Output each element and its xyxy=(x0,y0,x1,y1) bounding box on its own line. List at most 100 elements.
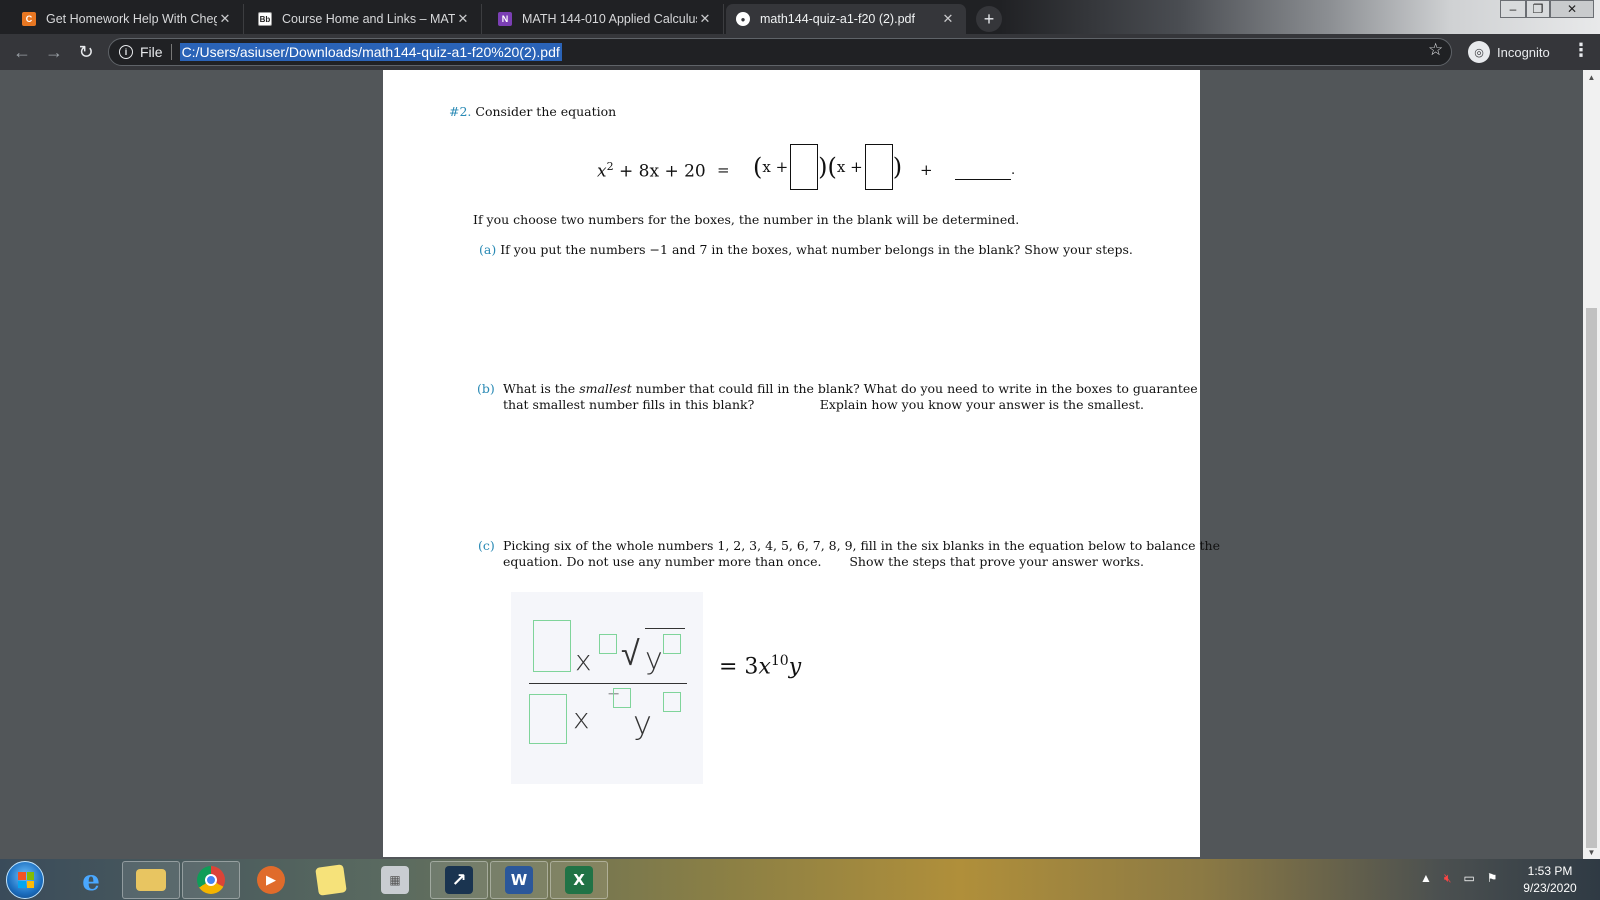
forward-arrow-icon[interactable]: → xyxy=(44,42,64,62)
pdf-page: #2. Consider the equation x2 + 8x + 20 =… xyxy=(383,70,1220,857)
windows-taskbar: e ▶ ▦ ↗ W X ▲ 🔇︎ ▭ ⚑ 1:53 PM 9/23/2020 xyxy=(0,859,1600,900)
part-b-line-1: What is the smallest number that could f… xyxy=(503,381,1198,396)
media-player-button[interactable]: ▶ xyxy=(242,861,300,899)
vertical-scrollbar[interactable]: ▲ ▼ xyxy=(1583,70,1600,859)
folder-icon xyxy=(136,869,166,891)
part-b-line-2-left: that smallest number fills in this blank… xyxy=(503,397,755,412)
part-c-label: (c) xyxy=(478,538,495,553)
tab-title: Course Home and Links – MATH xyxy=(282,12,455,26)
start-button[interactable] xyxy=(6,861,44,899)
open-paren: ( xyxy=(753,153,763,181)
hand-num-y: y xyxy=(645,642,663,677)
part-a-text: If you put the numbers −1 and 7 in the b… xyxy=(500,242,1133,257)
close-tab-icon[interactable]: ✕ xyxy=(455,11,471,27)
eq-exponent: 2 xyxy=(606,160,614,173)
kebab-menu-icon[interactable]: ⋮ xyxy=(1572,40,1590,61)
part-a: (a) If you put the numbers −1 and 7 in t… xyxy=(479,242,1133,258)
internet-explorer-button[interactable]: e xyxy=(62,861,120,899)
hand-den-y: y xyxy=(633,704,652,742)
answer-box-1[interactable] xyxy=(790,144,819,190)
scrollbar-thumb[interactable] xyxy=(1586,308,1597,848)
green-box-num-y-exp[interactable] xyxy=(663,634,681,654)
address-bar[interactable]: i File C:/Users/asiuser/Downloads/math14… xyxy=(108,38,1452,66)
file-explorer-button[interactable] xyxy=(122,861,180,899)
scroll-up-icon[interactable]: ▲ xyxy=(1583,70,1600,84)
action-center-flag-icon[interactable]: ⚑ xyxy=(1487,871,1498,886)
excel-icon: X xyxy=(565,866,593,894)
hand-num-x: x xyxy=(575,644,592,677)
reload-icon[interactable]: ↻ xyxy=(76,42,96,62)
excel-button[interactable]: X xyxy=(550,861,608,899)
close-tab-icon[interactable]: ✕ xyxy=(697,11,713,27)
internet-explorer-icon: e xyxy=(82,863,100,897)
browser-toolbar: ← → ↻ i File C:/Users/asiuser/Downloads/… xyxy=(0,34,1600,70)
tab-blackboard[interactable]: Bb Course Home and Links – MATH ✕ xyxy=(248,4,482,34)
handwritten-fraction: x √ y x − y xyxy=(511,592,703,784)
sqrt-bar xyxy=(645,628,685,629)
close-tab-icon[interactable]: ✕ xyxy=(217,11,233,27)
rhs-exponent: 10 xyxy=(770,653,789,669)
answer-box-2[interactable] xyxy=(864,144,893,190)
green-box-den-x-exp[interactable] xyxy=(613,688,631,708)
tab-pdf[interactable]: ● math144-quiz-a1-f20 (2).pdf ✕ xyxy=(726,4,966,34)
scroll-down-icon[interactable]: ▼ xyxy=(1583,845,1600,859)
chart-app-icon: ↗ xyxy=(445,866,473,894)
sticky-notes-button[interactable] xyxy=(302,861,360,899)
equation-period: . xyxy=(1011,163,1016,178)
tab-onenote[interactable]: N MATH 144-010 Applied Calculus ✕ xyxy=(488,4,724,34)
eq-lhs-rest: + 8x + 20 xyxy=(613,161,706,182)
emphasis-smallest: smallest xyxy=(579,381,632,396)
incognito-indicator[interactable]: ◎ Incognito xyxy=(1468,41,1550,63)
maximize-button[interactable]: ❐ xyxy=(1526,0,1550,18)
equation-plus: + xyxy=(920,161,933,179)
tab-chegg[interactable]: C Get Homework Help With Chegg ✕ xyxy=(12,4,244,34)
blackboard-favicon-icon: Bb xyxy=(258,12,272,26)
minimize-button[interactable]: – xyxy=(1500,0,1526,18)
part-b-line-2-right: Explain how you know your answer is the … xyxy=(819,397,1144,412)
tab-strip: C Get Homework Help With Chegg ✕ Bb Cour… xyxy=(0,0,1600,34)
part-c-line-2-right: Show the steps that prove your answer wo… xyxy=(849,554,1144,569)
word-icon: W xyxy=(505,866,533,894)
calculator-button[interactable]: ▦ xyxy=(366,861,424,899)
bookmark-star-icon[interactable]: ☆ xyxy=(1428,40,1443,60)
clock-date: 9/23/2020 xyxy=(1523,881,1577,895)
green-box-num-coef[interactable] xyxy=(533,620,571,672)
instructions-line: If you choose two numbers for the boxes,… xyxy=(473,212,1020,227)
incognito-icon: ◎ xyxy=(1468,41,1490,63)
question-header: #2. Consider the equation xyxy=(449,104,616,120)
new-tab-button[interactable]: + xyxy=(976,6,1002,32)
answer-blank[interactable] xyxy=(955,179,1011,180)
calculator-icon: ▦ xyxy=(381,866,409,894)
green-box-num-x-exp[interactable] xyxy=(599,634,617,654)
part-c-line-2-left: equation. Do not use any number more tha… xyxy=(503,554,822,569)
chrome-icon xyxy=(197,866,225,894)
system-tray: ▲ 🔇︎ ▭ ⚑ xyxy=(1420,871,1498,886)
pdf-viewer[interactable]: #2. Consider the equation x2 + 8x + 20 =… xyxy=(0,70,1600,859)
trending-app-button[interactable]: ↗ xyxy=(430,861,488,899)
hand-den-x: x xyxy=(573,702,590,735)
close-paren: ) xyxy=(892,153,903,181)
question-intro: Consider the equation xyxy=(475,104,617,119)
word-button[interactable]: W xyxy=(490,861,548,899)
windows-logo-icon xyxy=(18,872,34,888)
close-window-button[interactable]: ✕ xyxy=(1550,0,1594,18)
info-icon[interactable]: i xyxy=(119,45,133,59)
green-box-den-y-exp[interactable] xyxy=(663,692,681,712)
chrome-button[interactable] xyxy=(182,861,240,899)
show-hidden-icons-icon[interactable]: ▲ xyxy=(1420,871,1432,886)
hand-sqrt: √ xyxy=(621,634,640,674)
url-text[interactable]: C:/Users/asiuser/Downloads/math144-quiz-… xyxy=(179,43,562,61)
green-box-den-coef[interactable] xyxy=(529,694,567,744)
network-icon[interactable]: ▭ xyxy=(1463,871,1474,886)
system-clock[interactable]: 1:53 PM 9/23/2020 xyxy=(1510,863,1590,897)
part-c-line-1: Picking six of the whole numbers 1, 2, 3… xyxy=(503,538,1220,553)
equation-equals: = xyxy=(717,161,730,179)
volume-muted-icon[interactable]: 🔇︎ xyxy=(1444,871,1452,886)
back-arrow-icon[interactable]: ← xyxy=(12,42,32,62)
clock-time: 1:53 PM xyxy=(1527,864,1573,878)
part-b-label: (b) xyxy=(477,381,495,396)
equation-lhs: x2 + 8x + 20 xyxy=(597,160,706,182)
equation-rhs: = 3x10y xyxy=(719,653,802,680)
part-a-label: (a) xyxy=(479,242,497,257)
close-tab-icon[interactable]: ✕ xyxy=(940,11,956,27)
